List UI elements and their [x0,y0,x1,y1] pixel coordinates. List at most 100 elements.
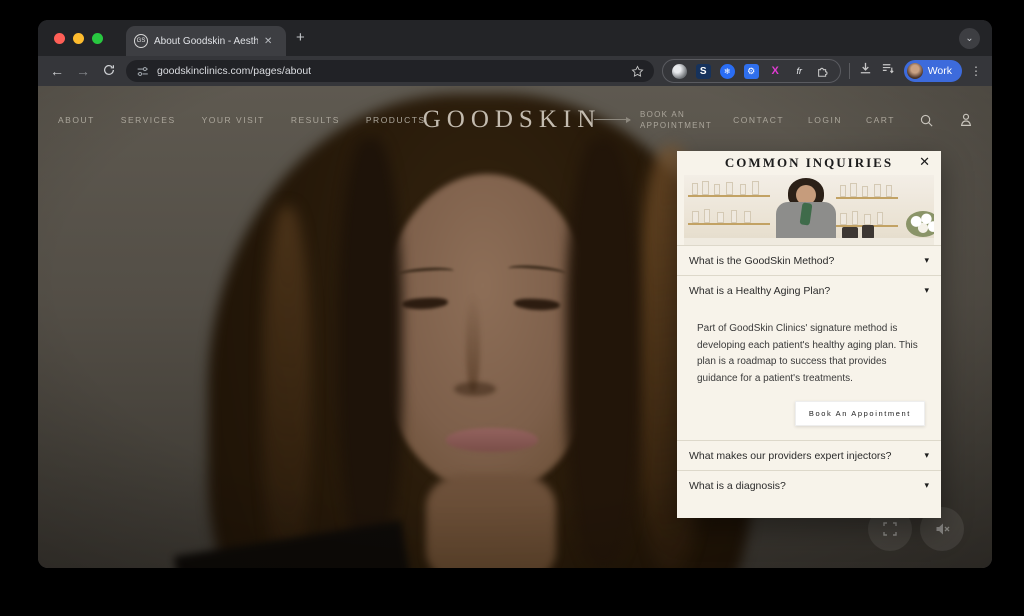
muted-speaker-icon [933,520,951,538]
panel-header: COMMON INQUIRIES ✕ [677,151,941,175]
nav-item-products[interactable]: PRODUCTS [366,115,426,125]
browser-tab[interactable]: GS About Goodskin - Aesthetic C ✕ [126,26,286,56]
photo-bottle [726,182,733,195]
page-viewport: ABOUT SERVICES YOUR VISIT RESULTS PRODUC… [38,86,992,568]
window-controls [54,33,103,44]
search-icon[interactable] [919,113,934,128]
chevron-down-icon: ▾ [924,450,929,461]
nav-item-your-visit[interactable]: YOUR VISIT [202,115,265,125]
extension-icon-4[interactable]: ⚙ [744,64,759,79]
photo-bottle [850,183,857,197]
photo-shelf [688,195,770,197]
photo-bottle [717,212,724,223]
accordion-question: What makes our providers expert injector… [689,450,892,462]
fullscreen-icon [881,520,899,538]
book-appointment-link[interactable]: BOOK AN APPOINTMENT [640,109,712,131]
photo-bottle [692,183,698,195]
photo-bottle [852,211,858,225]
browser-menu-icon[interactable]: ⋮ [970,64,982,78]
photo-bottle [877,212,883,225]
nav-item-about[interactable]: ABOUT [58,115,95,125]
chevron-down-icon: ▾ [924,285,929,296]
profile-chip[interactable]: Work [904,60,962,82]
photo-device [862,225,874,239]
extension-icon-6[interactable]: fr [792,64,807,79]
reload-icon[interactable] [100,63,118,80]
photo-bottle [704,209,710,223]
extension-icon-1[interactable] [672,64,687,79]
clinic-photo [684,175,934,245]
tab-search-chevron-icon[interactable]: ⌄ [959,28,980,49]
accordion-question: What is a diagnosis? [689,480,786,492]
photo-shelf [836,197,898,199]
photo-bottle [752,181,759,195]
accordion-answer: Part of GoodSkin Clinics' signature meth… [677,305,941,387]
photo-bottle [840,213,847,225]
chevron-down-icon: ▾ [924,480,929,491]
arrow-right-icon [594,119,630,120]
tab-title: About Goodskin - Aesthetic C [154,36,258,47]
site-navigation: ABOUT SERVICES YOUR VISIT RESULTS PRODUC… [38,100,992,140]
book-line-2: APPOINTMENT [640,120,712,131]
nav-item-login[interactable]: LOGIN [808,115,842,125]
photo-bottle [731,210,737,223]
photo-bottle [840,185,846,197]
book-line-1: BOOK AN [640,109,712,120]
extension-icon-2[interactable]: S [696,64,711,79]
minimize-window-button[interactable] [73,33,84,44]
photo-flowers [906,211,934,237]
extensions-group: S ❄ ⚙ X fr [662,59,841,83]
photo-bottle [864,214,871,225]
profile-name: Work [928,65,952,77]
tab-close-icon[interactable]: ✕ [264,36,272,47]
extension-icon-3[interactable]: ❄ [720,64,735,79]
photo-bottle [862,186,868,197]
common-inquiries-panel: COMMON INQUIRIES ✕ [677,151,941,518]
accordion-item-goodskin-method[interactable]: What is the GoodSkin Method? ▾ [677,245,941,275]
browser-window: GS About Goodskin - Aesthetic C ✕ + ⌄ ← … [38,20,992,568]
site-logo[interactable]: GOODSKIN [423,106,602,134]
bookmark-star-icon[interactable] [631,65,644,78]
forward-icon[interactable]: → [74,63,92,79]
tab-strip: GS About Goodskin - Aesthetic C ✕ + ⌄ [38,20,992,56]
profile-avatar [907,63,923,79]
accordion-item-expert-injectors[interactable]: What makes our providers expert injector… [677,440,941,470]
new-tab-button[interactable]: + [296,29,305,47]
toolbar-divider [849,63,850,79]
accordion-item-healthy-aging-plan[interactable]: What is a Healthy Aging Plan? ▾ [677,275,941,305]
photo-counter [684,238,934,245]
photo-bottle [886,185,892,197]
photo-bottle [702,181,709,195]
nav-item-services[interactable]: SERVICES [121,115,176,125]
accordion-question: What is a Healthy Aging Plan? [689,285,830,297]
panel-title: COMMON INQUIRIES [725,155,893,171]
nav-item-cart[interactable]: CART [866,115,895,125]
close-icon[interactable]: ✕ [919,154,930,170]
downloads-icon[interactable] [858,61,873,81]
browser-toolbar: ← → goodskinclinics.com/pages/about S ❄ … [38,56,992,86]
extension-icon-5[interactable]: X [768,64,783,79]
account-icon[interactable] [958,112,974,128]
nav-item-results[interactable]: RESULTS [291,115,340,125]
photo-bottle [714,184,720,195]
tab-favicon-icon: GS [134,34,148,48]
photo-bottle [874,184,881,197]
nav-right-group: CONTACT LOGIN CART [733,100,974,140]
book-appointment-button[interactable]: Book An Appointment [795,401,925,426]
chevron-down-icon: ▾ [924,255,929,266]
photo-bottle [740,184,746,195]
accordion-item-diagnosis[interactable]: What is a diagnosis? ▾ [677,470,941,500]
nav-item-contact[interactable]: CONTACT [733,115,784,125]
site-settings-icon[interactable] [136,65,149,78]
extensions-puzzle-icon[interactable] [816,64,831,79]
close-window-button[interactable] [54,33,65,44]
address-bar[interactable]: goodskinclinics.com/pages/about [126,60,654,82]
photo-bottle [744,211,751,223]
accordion-question: What is the GoodSkin Method? [689,255,834,267]
back-icon[interactable]: ← [48,63,66,79]
nav-left-group: ABOUT SERVICES YOUR VISIT RESULTS PRODUC… [58,100,426,140]
reading-list-icon[interactable] [881,61,896,81]
url-text[interactable]: goodskinclinics.com/pages/about [157,65,623,77]
photo-shelf [688,223,770,225]
zoom-window-button[interactable] [92,33,103,44]
